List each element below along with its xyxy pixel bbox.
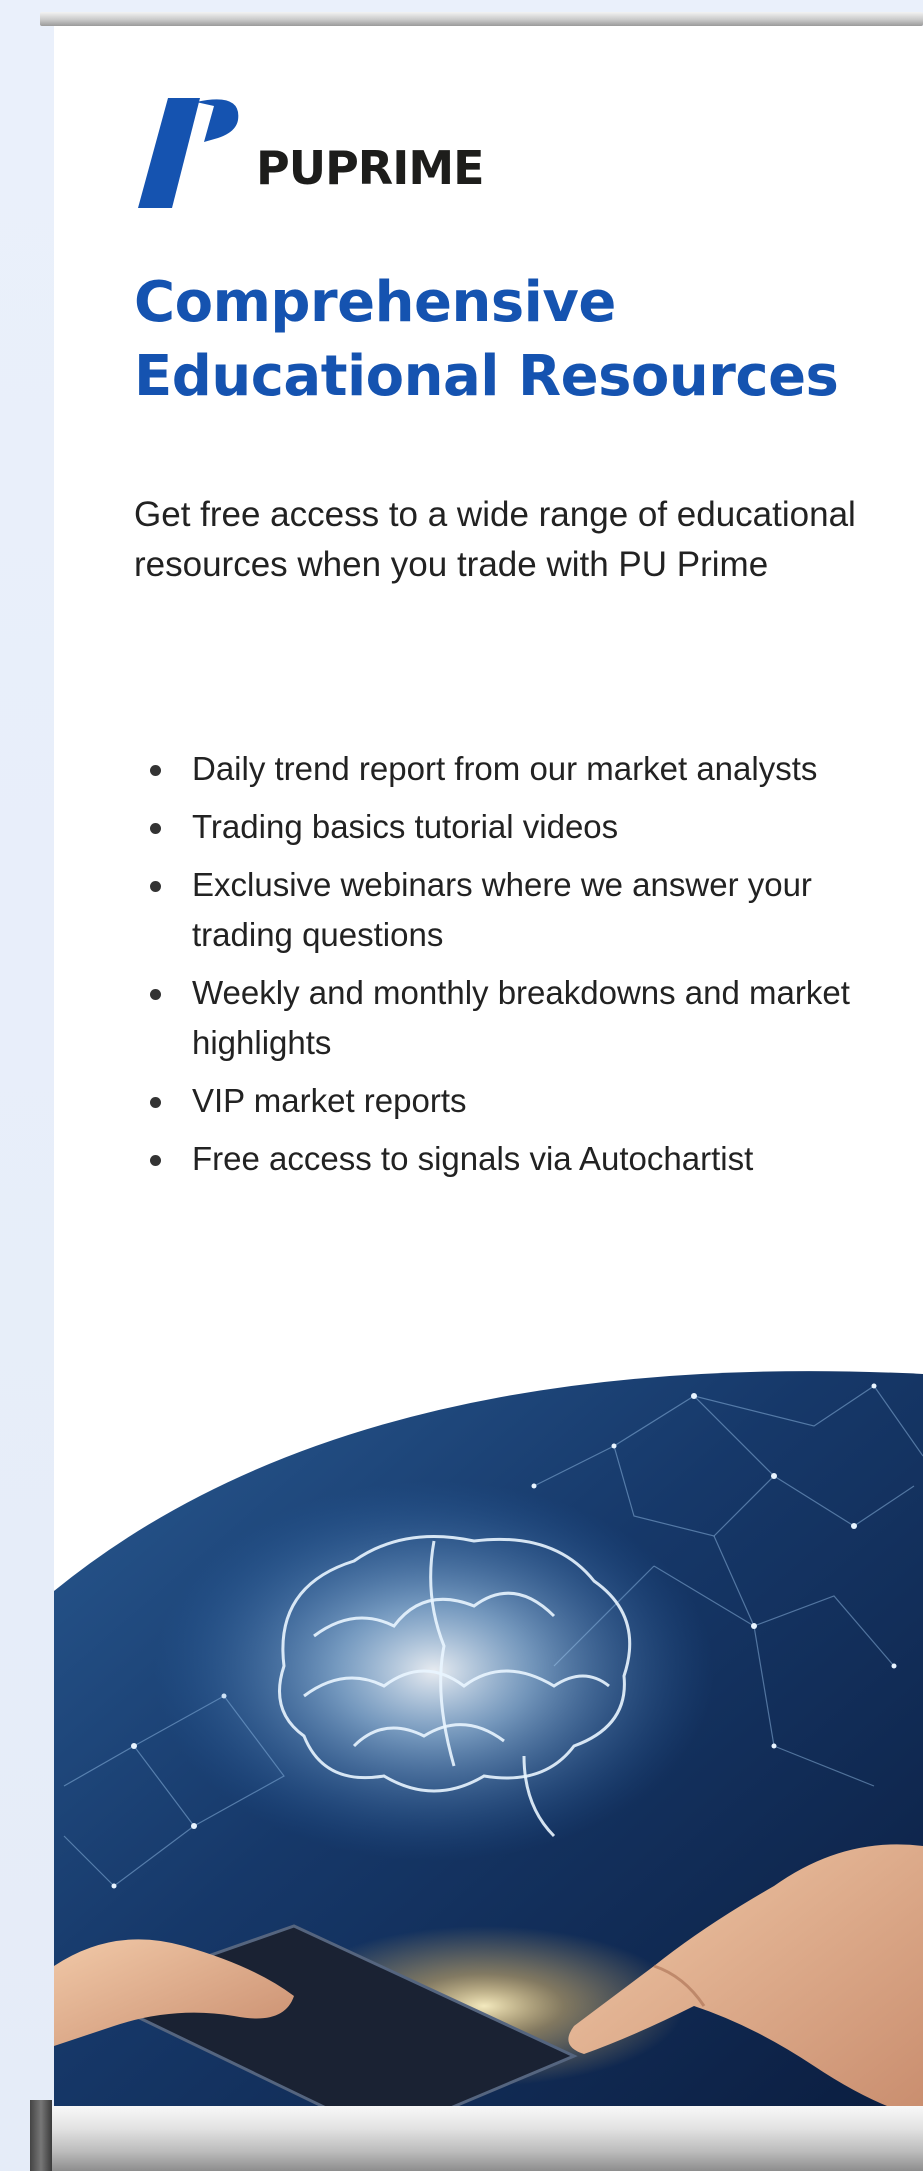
- bullet-icon: [150, 1155, 161, 1166]
- list-item: Daily trend report from our market analy…: [134, 744, 904, 794]
- puprime-p-mark-icon: [138, 98, 239, 208]
- list-item: Free access to signals via Autochartist: [134, 1134, 904, 1184]
- rollup-banner-stand: PUPRIME Comprehensive Educational Resour…: [0, 0, 923, 2171]
- bullet-icon: [150, 881, 161, 892]
- bottom-rail-end-cap: [30, 2100, 52, 2171]
- bullet-icon: [150, 1097, 161, 1108]
- feature-label: VIP market reports: [192, 1082, 467, 1119]
- feature-label: Trading basics tutorial videos: [192, 808, 619, 845]
- list-item: Weekly and monthly breakdowns and market…: [134, 968, 904, 1068]
- brand-logo: PUPRIME: [138, 98, 485, 208]
- list-item: Exclusive webinars where we answer your …: [134, 860, 904, 960]
- list-item: Trading basics tutorial videos: [134, 802, 904, 852]
- feature-label: Weekly and monthly breakdowns and market…: [192, 974, 850, 1061]
- page-title-line-1: Comprehensive: [134, 270, 616, 335]
- bullet-icon: [150, 823, 161, 834]
- feature-list: Daily trend report from our market analy…: [134, 744, 904, 1192]
- feature-label: Exclusive webinars where we answer your …: [192, 866, 812, 953]
- bottom-rail: [30, 2106, 923, 2171]
- bullet-icon: [150, 989, 161, 1000]
- glowing-brain-network-illustration: [54, 1371, 923, 2118]
- brand-name: PUPRIME: [256, 141, 485, 195]
- top-rail: [40, 12, 923, 26]
- feature-label: Daily trend report from our market analy…: [192, 750, 818, 787]
- list-item: VIP market reports: [134, 1076, 904, 1126]
- page-title-line-2: Educational Resources: [134, 344, 839, 409]
- banner-panel: PUPRIME Comprehensive Educational Resour…: [54, 26, 923, 2118]
- intro-text: Get free access to a wide range of educa…: [134, 495, 856, 584]
- page-title: Comprehensive Educational Resources: [134, 266, 914, 414]
- hero-image: [54, 1366, 923, 2118]
- feature-label: Free access to signals via Autochartist: [192, 1140, 754, 1177]
- bullet-icon: [150, 765, 161, 776]
